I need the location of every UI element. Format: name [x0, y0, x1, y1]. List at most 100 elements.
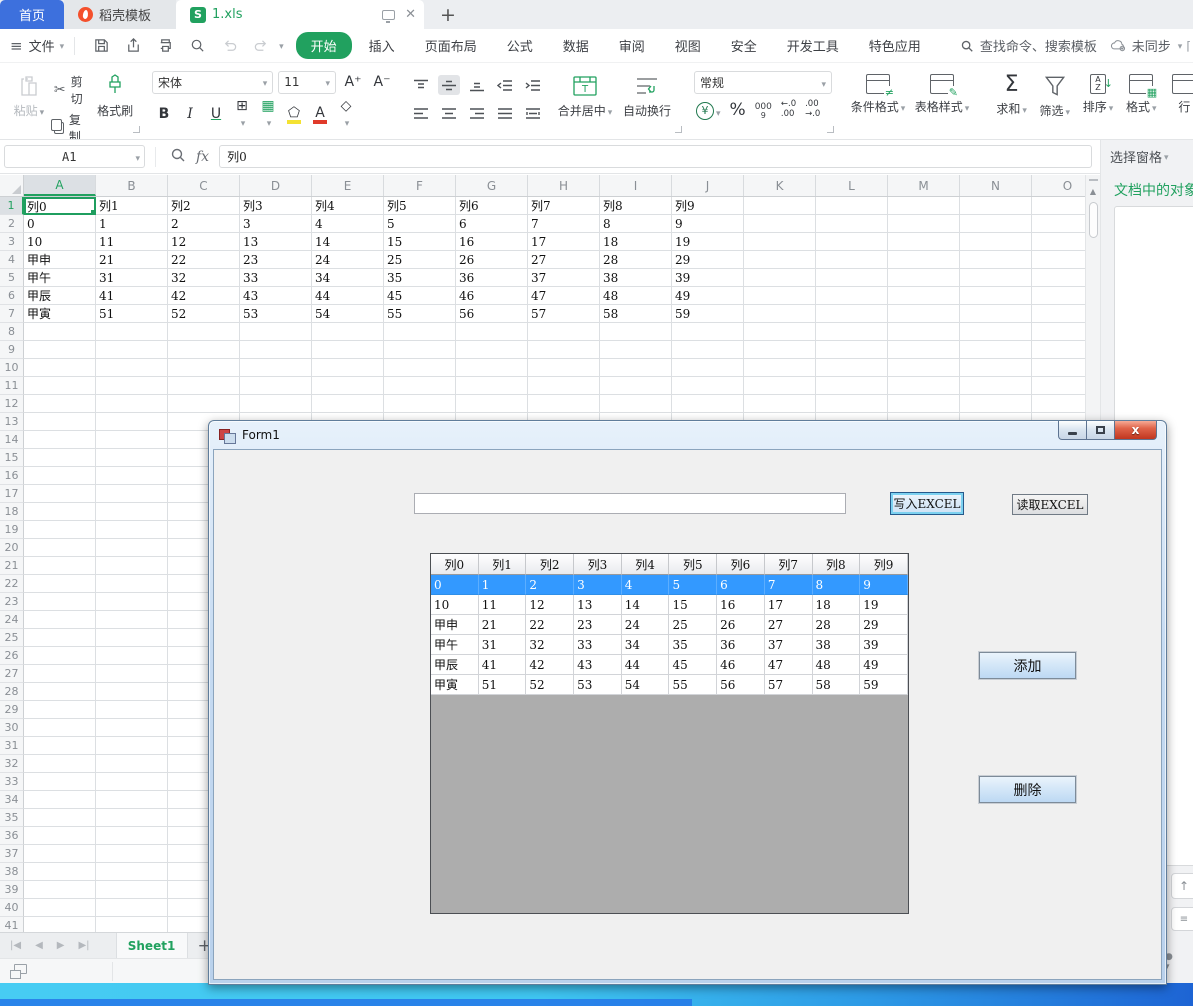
cell-L1[interactable]	[816, 197, 888, 215]
more-commands-chevron-icon[interactable]	[277, 38, 284, 53]
cell-I10[interactable]	[600, 359, 672, 377]
cell-L2[interactable]	[816, 215, 888, 233]
form-grid-cell[interactable]: 1	[479, 575, 527, 595]
cell-H3[interactable]: 17	[528, 233, 600, 251]
cell-G3[interactable]: 16	[456, 233, 528, 251]
form-grid-cell[interactable]: 10	[431, 595, 479, 615]
cell-O2[interactable]	[1032, 215, 1085, 233]
panel-up-button[interactable]	[1171, 873, 1193, 899]
cell-C6[interactable]: 42	[168, 287, 240, 305]
cell-D4[interactable]: 23	[240, 251, 312, 269]
cell-F12[interactable]	[384, 395, 456, 413]
cell-A33[interactable]	[24, 773, 96, 791]
scroll-up-arrow-icon[interactable]	[1090, 187, 1096, 196]
panel-more-controls[interactable]	[1165, 952, 1193, 972]
align-right-button[interactable]	[466, 103, 488, 123]
cell-K9[interactable]	[744, 341, 816, 359]
redo-button[interactable]	[251, 36, 271, 56]
form-grid-cell[interactable]: 57	[765, 675, 813, 695]
cell-F7[interactable]: 55	[384, 305, 456, 323]
cell-N6[interactable]	[960, 287, 1032, 305]
cell-B36[interactable]	[96, 827, 168, 845]
form-grid-cell[interactable]: 44	[622, 655, 670, 675]
menu-item-页面布局[interactable]: 页面布局	[412, 33, 490, 58]
cell-E4[interactable]: 24	[312, 251, 384, 269]
form-grid-cell[interactable]: 6	[717, 575, 765, 595]
cell-B22[interactable]	[96, 575, 168, 593]
form-grid-cell[interactable]: 41	[479, 655, 527, 675]
cell-E2[interactable]: 4	[312, 215, 384, 233]
increase-decimal-button[interactable]: ←.0 .00	[781, 100, 796, 120]
row-header-41[interactable]: 41	[0, 917, 24, 932]
align-top-button[interactable]	[410, 75, 432, 95]
row-header-21[interactable]: 21	[0, 557, 24, 575]
form-grid-cell[interactable]: 3	[574, 575, 622, 595]
form-grid-cell[interactable]: 52	[526, 675, 574, 695]
row-header-35[interactable]: 35	[0, 809, 24, 827]
form-grid-cell[interactable]: 15	[669, 595, 717, 615]
cell-D12[interactable]	[240, 395, 312, 413]
cell-N11[interactable]	[960, 377, 1032, 395]
cell-shading-button[interactable]: ▦	[256, 102, 280, 126]
font-size-select[interactable]: 11	[278, 71, 336, 94]
column-header-J[interactable]: J	[672, 175, 744, 196]
close-button[interactable]	[1114, 421, 1157, 440]
cell-C9[interactable]	[168, 341, 240, 359]
cell-A7[interactable]: 甲寅	[24, 305, 96, 323]
column-header-B[interactable]: B	[96, 175, 168, 196]
shrink-font-button[interactable]: A⁻	[370, 70, 394, 94]
cell-A32[interactable]	[24, 755, 96, 773]
cell-C1[interactable]: 列2	[168, 197, 240, 215]
cell-C7[interactable]: 52	[168, 305, 240, 323]
cell-B27[interactable]	[96, 665, 168, 683]
cell-L9[interactable]	[816, 341, 888, 359]
cell-A35[interactable]	[24, 809, 96, 827]
row-header-14[interactable]: 14	[0, 431, 24, 449]
row-header-38[interactable]: 38	[0, 863, 24, 881]
form-grid-cell[interactable]: 23	[574, 615, 622, 635]
cell-F5[interactable]: 35	[384, 269, 456, 287]
column-header-G[interactable]: G	[456, 175, 528, 196]
cell-I2[interactable]: 8	[600, 215, 672, 233]
cell-B10[interactable]	[96, 359, 168, 377]
cell-N12[interactable]	[960, 395, 1032, 413]
form-grid-cell[interactable]: 0	[431, 575, 479, 595]
form-grid-cell[interactable]: 甲辰	[431, 655, 479, 675]
row-header-18[interactable]: 18	[0, 503, 24, 521]
form-grid-cell[interactable]: 13	[574, 595, 622, 615]
cell-A22[interactable]	[24, 575, 96, 593]
cell-H11[interactable]	[528, 377, 600, 395]
form-grid-cell[interactable]: 12	[526, 595, 574, 615]
cell-A1[interactable]: 列0	[24, 197, 96, 215]
cell-I12[interactable]	[600, 395, 672, 413]
menu-item-开始[interactable]: 开始	[296, 32, 352, 59]
distribute-button[interactable]	[522, 103, 544, 123]
clear-format-button[interactable]: ◇	[334, 102, 358, 126]
sync-status[interactable]: 未同步	[1110, 36, 1183, 55]
cell-M10[interactable]	[888, 359, 960, 377]
cell-A36[interactable]	[24, 827, 96, 845]
cell-A30[interactable]	[24, 719, 96, 737]
form-grid-row-0[interactable]: 0123456789	[431, 575, 908, 595]
cell-H2[interactable]: 7	[528, 215, 600, 233]
cell-M3[interactable]	[888, 233, 960, 251]
cell-O1[interactable]	[1032, 197, 1085, 215]
format-button[interactable]: 格式	[1120, 69, 1163, 135]
cell-O9[interactable]	[1032, 341, 1085, 359]
cell-D9[interactable]	[240, 341, 312, 359]
cell-A10[interactable]	[24, 359, 96, 377]
cell-N1[interactable]	[960, 197, 1032, 215]
cell-M12[interactable]	[888, 395, 960, 413]
cell-I5[interactable]: 38	[600, 269, 672, 287]
cell-B20[interactable]	[96, 539, 168, 557]
row-header-22[interactable]: 22	[0, 575, 24, 593]
zoom-formula-icon[interactable]	[170, 147, 186, 167]
new-tab-button[interactable]	[424, 0, 472, 29]
cell-B8[interactable]	[96, 323, 168, 341]
form-grid-column-列8[interactable]: 列8	[813, 554, 861, 575]
cell-E8[interactable]	[312, 323, 384, 341]
cell-A31[interactable]	[24, 737, 96, 755]
form-grid-cell[interactable]: 46	[717, 655, 765, 675]
cell-E11[interactable]	[312, 377, 384, 395]
cell-N9[interactable]	[960, 341, 1032, 359]
